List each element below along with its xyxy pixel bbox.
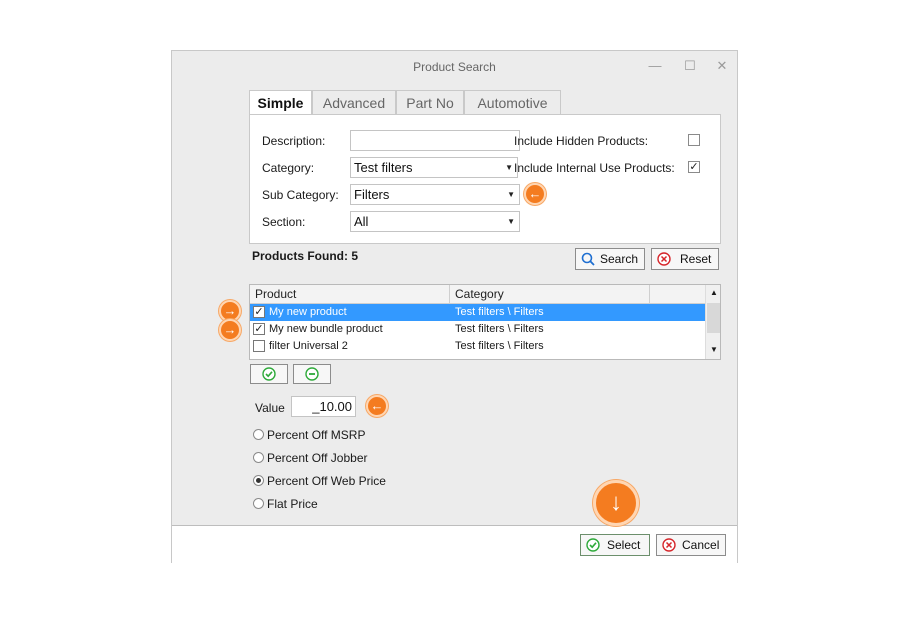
section-label: Section: <box>262 215 306 229</box>
grid-header: Product Category <box>250 285 705 304</box>
section-value: All <box>354 214 369 229</box>
section-select[interactable]: All ▼ <box>350 211 520 232</box>
grid-scrollbar[interactable]: ▲ ▼ <box>705 285 720 359</box>
category-value: Test filters <box>354 160 413 175</box>
scroll-down-icon[interactable]: ▼ <box>710 345 718 354</box>
radio-flat-price[interactable] <box>253 498 264 509</box>
check-icon: ✓ <box>689 161 699 173</box>
table-row[interactable]: filter Universal 2 Test filters \ Filter… <box>250 338 705 355</box>
cancel-button-label: Cancel <box>682 538 720 552</box>
column-header-product[interactable]: Product <box>255 287 296 301</box>
chevron-down-icon: ▼ <box>507 217 515 226</box>
uncheck-all-button[interactable] <box>293 364 331 384</box>
radio-percent-off-msrp[interactable] <box>253 429 264 440</box>
column-header-category[interactable]: Category <box>455 287 504 301</box>
category-select[interactable]: Test filters ▼ <box>350 157 518 178</box>
reset-button-label: Reset <box>680 252 712 266</box>
reset-button[interactable]: Reset <box>651 248 719 270</box>
products-grid: Product Category ✓ My new product Test f… <box>249 284 721 360</box>
product-cell: filter Universal 2 <box>269 340 348 352</box>
check-circle-icon <box>586 538 600 552</box>
search-icon <box>581 252 595 266</box>
minus-circle-icon <box>305 367 319 381</box>
category-cell: Test filters \ Filters <box>455 340 544 352</box>
include-hidden-label: Include Hidden Products: <box>514 134 649 148</box>
annotation-arrow-left-icon: ← <box>366 395 388 417</box>
category-cell: Test filters \ Filters <box>455 323 544 335</box>
select-button[interactable]: Select <box>580 534 650 556</box>
percent-off-msrp-label: Percent Off MSRP <box>267 428 366 442</box>
value-label: Value <box>255 401 285 415</box>
search-button-label: Search <box>600 252 639 266</box>
dialog-footer: Select Cancel <box>172 525 737 563</box>
row-checkbox[interactable] <box>253 340 265 352</box>
chevron-down-icon: ▼ <box>505 163 513 172</box>
chevron-down-icon: ▼ <box>507 190 515 199</box>
include-hidden-checkbox[interactable] <box>688 134 700 146</box>
select-button-label: Select <box>607 538 641 552</box>
category-cell: Test filters \ Filters <box>455 306 544 318</box>
search-button[interactable]: Search <box>575 248 645 270</box>
table-row[interactable]: ✓ My new product Test filters \ Filters <box>250 304 705 321</box>
radio-percent-off-jobber[interactable] <box>253 452 264 463</box>
category-label: Category: <box>262 161 315 175</box>
percent-off-web-price-label: Percent Off Web Price <box>267 474 386 488</box>
include-internal-checkbox[interactable]: ✓ <box>688 161 700 173</box>
check-all-button[interactable] <box>250 364 288 384</box>
scroll-up-icon[interactable]: ▲ <box>710 288 718 297</box>
subcategory-select[interactable]: Filters ▼ <box>350 184 520 205</box>
products-found-count: Products Found: 5 <box>252 249 358 263</box>
tab-part-no[interactable]: Part No <box>396 90 464 115</box>
subcategory-value: Filters <box>354 187 390 202</box>
product-search-dialog: Product Search — ☐ ✕ Simple Advanced Par… <box>171 50 738 563</box>
check-circle-icon <box>262 367 276 381</box>
description-label: Description: <box>262 134 326 148</box>
scroll-thumb[interactable] <box>707 303 720 333</box>
cancel-button[interactable]: Cancel <box>656 534 726 556</box>
maximize-icon[interactable]: ☐ <box>680 57 700 75</box>
flat-price-label: Flat Price <box>267 497 318 511</box>
annotation-arrow-right-icon: → <box>219 319 241 341</box>
row-checkbox[interactable]: ✓ <box>253 323 265 335</box>
tab-automotive[interactable]: Automotive <box>464 90 561 115</box>
annotation-arrow-down-icon: ↓ <box>593 480 639 526</box>
radio-percent-off-web-price[interactable] <box>253 475 264 486</box>
product-cell: My new product <box>269 306 347 318</box>
tab-advanced[interactable]: Advanced <box>312 90 396 115</box>
tab-simple[interactable]: Simple <box>249 90 312 116</box>
subcategory-label: Sub Category: <box>262 188 339 202</box>
cancel-x-icon <box>662 538 676 552</box>
percent-off-jobber-label: Percent Off Jobber <box>267 451 368 465</box>
include-internal-label: Include Internal Use Products: <box>514 161 675 175</box>
minimize-icon[interactable]: — <box>645 57 665 75</box>
table-row[interactable]: ✓ My new bundle product Test filters \ F… <box>250 321 705 338</box>
reset-x-icon <box>657 252 671 266</box>
close-icon[interactable]: ✕ <box>712 57 732 75</box>
product-cell: My new bundle product <box>269 323 383 335</box>
value-input[interactable]: _10.00 <box>291 396 356 417</box>
annotation-arrow-left-icon: ← <box>524 183 546 205</box>
row-checkbox[interactable]: ✓ <box>253 306 265 318</box>
description-input[interactable] <box>350 130 520 151</box>
